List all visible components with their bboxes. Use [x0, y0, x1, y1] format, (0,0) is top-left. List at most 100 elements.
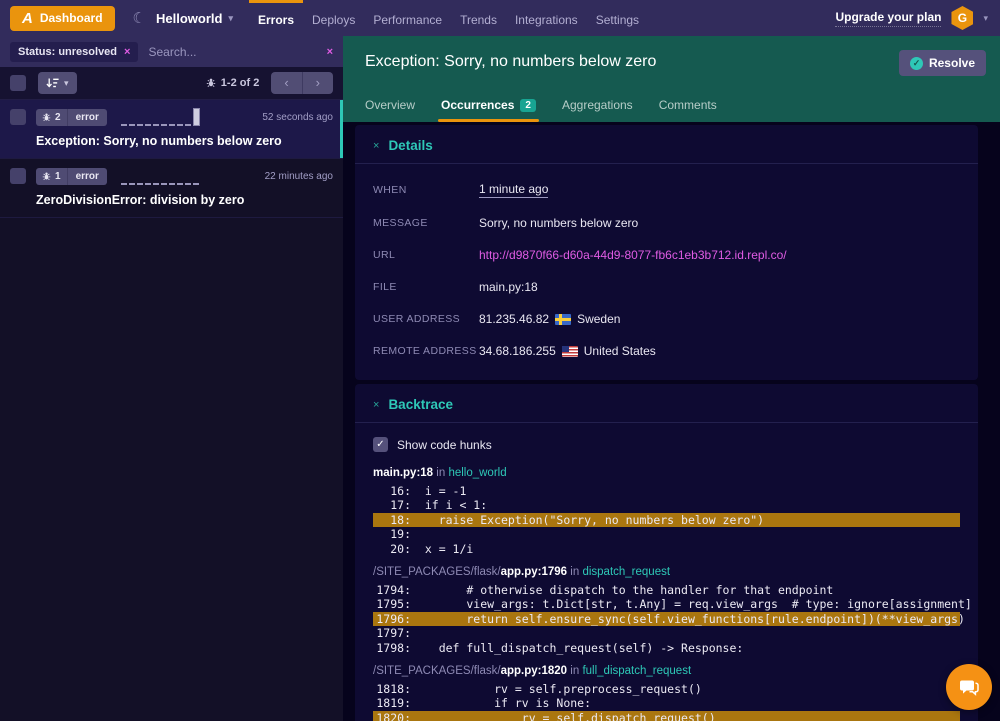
- details-section-toggle[interactable]: × Details: [355, 125, 978, 164]
- code-hunk: 1818 rv = self.preprocess_request() 1819…: [373, 682, 960, 721]
- bug-icon: [42, 172, 51, 181]
- nav-item-trends[interactable]: Trends: [451, 0, 506, 36]
- tab-comments[interactable]: Comments: [659, 98, 717, 122]
- filter-bar: Status: unresolved × ×: [0, 36, 343, 67]
- url-link[interactable]: http://d9870f66-d60a-44d9-8077-fb6c1eb3b…: [479, 248, 787, 262]
- us-flag-icon: [562, 346, 578, 357]
- country-name: United States: [584, 344, 656, 358]
- backtrace-section-toggle[interactable]: × Backtrace: [355, 384, 978, 423]
- resolve-button[interactable]: ✓ Resolve: [899, 50, 986, 76]
- nav-item-performance[interactable]: Performance: [364, 0, 451, 36]
- code-line: 19: [373, 527, 960, 541]
- clear-search-icon[interactable]: ×: [327, 46, 333, 58]
- nav-item-deploys[interactable]: Deploys: [303, 0, 364, 36]
- occurrence-sparkline: [121, 167, 199, 185]
- error-list-item[interactable]: 1 error 22 minutes ago ZeroDivisionError…: [0, 159, 343, 218]
- bug-icon: [42, 113, 51, 122]
- tab-overview[interactable]: Overview: [365, 98, 415, 122]
- result-count: 1-2 of 2: [206, 77, 260, 89]
- occurrence-count: 2: [55, 112, 61, 123]
- detail-row-url: URL http://d9870f66-d60a-44d9-8077-fb6c1…: [373, 248, 960, 262]
- code-line: 1819 if rv is None:: [373, 696, 960, 710]
- occurrence-sparkline: [121, 108, 200, 126]
- error-list-item[interactable]: 2 error 52 seconds ago Exception: Sorry,…: [0, 100, 343, 159]
- country-name: Sweden: [577, 312, 620, 326]
- show-code-hunks-label: Show code hunks: [397, 438, 492, 452]
- error-list-sidebar: Status: unresolved × × ▾ 1-2 of 2 ‹ ›: [0, 36, 343, 721]
- dashboard-button-label: Dashboard: [40, 11, 103, 25]
- code-line: 17 if i < 1:: [373, 498, 960, 512]
- prev-page-button[interactable]: ‹: [271, 72, 301, 94]
- frame-header: /SITE_PACKAGES/flask/app.py:1796 in disp…: [373, 566, 960, 578]
- when-value[interactable]: 1 minute ago: [479, 182, 548, 198]
- item-checkbox[interactable]: [10, 168, 26, 184]
- page-title: Exception: Sorry, no numbers below zero: [365, 36, 978, 71]
- detail-row-file: FILE main.py:18: [373, 280, 960, 294]
- code-line-highlighted: 18 raise Exception("Sorry, no numbers be…: [373, 513, 960, 527]
- error-count-badge: 2 error: [36, 109, 107, 126]
- frame-function-link[interactable]: hello_world: [448, 467, 506, 479]
- item-checkbox[interactable]: [10, 109, 26, 125]
- error-detail-header: Exception: Sorry, no numbers below zero …: [343, 36, 1000, 122]
- show-code-hunks-toggle: ✓ Show code hunks: [355, 423, 978, 452]
- code-line: 1818 rv = self.preprocess_request(): [373, 682, 960, 696]
- frame-header: main.py:18 in hello_world: [373, 467, 960, 479]
- pagination: ‹ ›: [271, 72, 333, 94]
- detail-tabs: Overview Occurrences 2 Aggregations Comm…: [365, 98, 717, 122]
- backtrace-heading: Backtrace: [388, 397, 453, 412]
- error-title: Exception: Sorry, no numbers below zero: [36, 134, 333, 148]
- collapse-icon: ×: [373, 140, 379, 152]
- search-input[interactable]: [148, 45, 316, 59]
- top-navigation-bar: A Dashboard ☾ Helloworld ▾ Errors Deploy…: [0, 0, 1000, 36]
- sort-button[interactable]: ▾: [38, 72, 77, 94]
- upgrade-plan-link[interactable]: Upgrade your plan: [835, 10, 941, 27]
- code-line-highlighted: 1796 return self.ensure_sync(self.view_f…: [373, 612, 960, 626]
- frame-function-link[interactable]: full_dispatch_request: [582, 665, 691, 677]
- resolve-button-label: Resolve: [929, 56, 975, 70]
- nav-item-settings[interactable]: Settings: [587, 0, 648, 36]
- nav-item-integrations[interactable]: Integrations: [506, 0, 587, 36]
- sweden-flag-icon: [555, 314, 571, 325]
- collapse-icon: ×: [373, 399, 379, 411]
- checked-checkbox[interactable]: ✓: [373, 437, 388, 452]
- next-page-button[interactable]: ›: [302, 72, 333, 94]
- user-address-value: 81.235.46.82 Sweden: [479, 312, 620, 326]
- error-count-badge: 1 error: [36, 168, 107, 185]
- status-filter-label: Status: unresolved: [18, 46, 117, 58]
- tab-aggregations[interactable]: Aggregations: [562, 98, 633, 122]
- main-nav: Errors Deploys Performance Trends Integr…: [249, 0, 648, 36]
- list-toolbar: ▾ 1-2 of 2 ‹ ›: [0, 67, 343, 100]
- frame-function-link[interactable]: dispatch_request: [582, 566, 670, 578]
- bug-icon: [206, 78, 216, 88]
- chat-support-button[interactable]: [946, 664, 992, 710]
- chevron-down-icon: ▾: [228, 13, 233, 24]
- file-value: main.py:18: [479, 280, 538, 294]
- dashboard-button[interactable]: A Dashboard: [10, 6, 115, 31]
- app-name: Helloworld: [156, 11, 222, 26]
- backtrace-frame: main.py:18 in hello_world 16 i = -1 17 i…: [355, 467, 978, 556]
- app-switcher[interactable]: Helloworld ▾: [156, 11, 233, 26]
- error-title: ZeroDivisionError: division by zero: [36, 193, 333, 207]
- code-line: 20 x = 1/i: [373, 542, 960, 556]
- occurrence-content: × Details WHEN 1 minute ago MESSAGE Sorr…: [343, 122, 1000, 721]
- tab-occurrences[interactable]: Occurrences 2: [441, 98, 536, 122]
- nav-item-errors[interactable]: Errors: [249, 0, 303, 36]
- chat-bubbles-icon: [957, 675, 981, 699]
- occurrences-count-badge: 2: [520, 99, 536, 112]
- frame-header: /SITE_PACKAGES/flask/app.py:1820 in full…: [373, 665, 960, 677]
- code-hunk: 1794 # otherwise dispatch to the handler…: [373, 583, 960, 655]
- remove-filter-icon[interactable]: ×: [124, 46, 130, 58]
- code-line: 1795 view_args: t.Dict[str, t.Any] = req…: [373, 597, 960, 611]
- occurrence-count: 1: [55, 171, 61, 182]
- code-line: 1794 # otherwise dispatch to the handler…: [373, 583, 960, 597]
- details-heading: Details: [388, 138, 432, 153]
- frame-file: app.py:1796: [501, 566, 567, 578]
- select-all-checkbox[interactable]: [10, 75, 26, 91]
- detail-row-when: WHEN 1 minute ago: [373, 182, 960, 198]
- last-seen-time: 22 minutes ago: [265, 171, 333, 182]
- backtrace-frame: /SITE_PACKAGES/flask/app.py:1820 in full…: [355, 665, 978, 721]
- chevron-down-icon[interactable]: ▾: [983, 13, 988, 24]
- user-avatar[interactable]: G: [951, 6, 973, 30]
- detail-row-user-address: USER ADDRESS 81.235.46.82 Sweden: [373, 312, 960, 326]
- chevron-down-icon: ▾: [64, 78, 69, 89]
